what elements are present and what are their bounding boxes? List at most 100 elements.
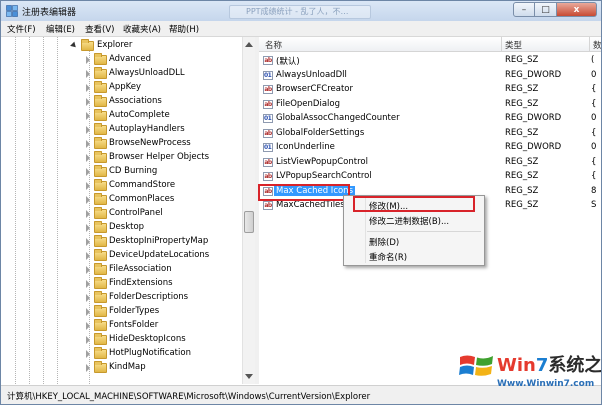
folder-icon [94,137,107,149]
tree-item[interactable]: HotPlugNotification [1,347,241,361]
value-data: 0 [591,69,597,80]
tree-item-label: BrowseNewProcess [109,138,191,148]
column-header-name[interactable]: 名称 [265,39,282,51]
collapse-arrow-icon[interactable] [70,41,78,50]
value-row[interactable]: 011AlwaysUnloadDll REG_DWORD 0 [259,69,601,83]
scroll-down-arrow-icon[interactable] [245,374,253,379]
tree-guide-line [89,51,91,384]
value-data: 8 [591,185,597,196]
tree-item[interactable]: AutoplayHandlers [1,123,241,137]
string-value-icon: ab [263,99,273,109]
key-tree-pane[interactable]: Explorer Advanced AlwaysUnloadDLL AppKey As… [1,37,255,384]
tree-item-label: Associations [109,96,162,106]
tree-item[interactable]: AutoComplete [1,109,241,123]
tree-guide-line [57,37,59,384]
value-row[interactable]: 011GlobalAssocChangedCounter REG_DWORD 0 [259,112,601,126]
minimize-button[interactable]: – [513,2,535,17]
column-divider[interactable] [589,37,590,51]
value-data: { [591,98,597,109]
tree-item[interactable]: BrowseNewProcess [1,137,241,151]
background-window-tab: PPT成绩统计 - 乱了人，不… [229,5,371,19]
tree-item-label: AlwaysUnloadDLL [109,68,185,78]
value-type: REG_SZ [505,171,539,181]
tree-item[interactable]: Desktop [1,221,241,235]
value-type: REG_SZ [505,127,539,138]
annotation-box-modify [353,196,475,212]
folder-icon [94,123,107,135]
tree-item-label: ControlPanel [109,208,163,218]
tree-item[interactable]: Associations [1,95,241,109]
value-row[interactable]: ab ListViewPopupControl REG_SZ { [259,156,601,170]
tree-item[interactable]: Browser Helper Objects [1,151,241,165]
windows-logo-icon [459,355,493,376]
maximize-button[interactable]: □ [535,2,557,17]
value-name: BrowserCFCreator [276,84,353,94]
tree-item[interactable]: FolderDescriptions [1,291,241,305]
value-row[interactable]: ab FileOpenDialog REG_SZ { [259,98,601,112]
value-row[interactable]: ab GlobalFolderSettings REG_SZ { [259,127,601,141]
value-row[interactable]: ab BrowserCFCreator REG_SZ { [259,83,601,97]
string-value-icon: ab [263,128,273,138]
title-bar[interactable]: 注册表编辑器 PPT成绩统计 - 乱了人，不… – □ x [1,1,601,21]
tree-item[interactable]: HideDesktopIcons [1,333,241,347]
value-row[interactable]: 011IconUnderline REG_DWORD 0 [259,141,601,155]
tree-item-label: CommandStore [109,180,176,190]
string-value-icon: ab [263,201,273,210]
value-row[interactable]: ab (默认) REG_SZ ( [259,54,601,68]
tree-item[interactable]: FileAssociation [1,263,241,277]
tree-item[interactable]: Advanced [1,53,241,67]
folder-icon [94,67,107,79]
context-menu-rename[interactable]: 重命名(R) [369,251,407,263]
column-header-data[interactable]: 数据 [593,39,601,51]
value-data: ( [591,55,595,65]
tree-item-label: Advanced [109,54,151,64]
tree-scrollbar[interactable] [242,37,255,384]
string-value-icon: ab [263,157,273,167]
tree-item-label: CD Burning [109,166,158,176]
tree-item[interactable]: CommandStore [1,179,241,193]
tree-item[interactable]: AlwaysUnloadDLL [1,67,241,81]
registry-path: 计算机\HKEY_LOCAL_MACHINE\SOFTWARE\Microsof… [7,392,371,402]
column-header-type[interactable]: 类型 [505,39,522,51]
value-name: LVPopupSearchControl [276,171,372,181]
value-data: { [591,171,597,181]
tree-item-label: Browser Helper Objects [109,152,210,162]
tree-item[interactable]: KindMap [1,361,241,375]
menu-edit[interactable]: 编辑(E) [46,23,75,35]
context-menu-delete[interactable]: 删除(D) [369,236,399,248]
tree-item[interactable]: DeviceUpdateLocations [1,249,241,263]
value-data: 0 [591,142,597,152]
tree-item[interactable]: CD Burning [1,165,241,179]
value-name: AlwaysUnloadDll [276,69,347,80]
value-type: REG_SZ [505,200,539,210]
value-type: REG_SZ [505,185,539,196]
value-type: REG_DWORD [505,142,562,152]
value-data: { [591,156,597,167]
tree-item-label: DesktopIniPropertyMap [109,236,209,246]
tree-item[interactable]: CommonPlaces [1,193,241,207]
tree-item[interactable]: FolderTypes [1,305,241,319]
menu-view[interactable]: 查看(V) [85,23,114,35]
folder-icon [94,221,107,233]
scroll-thumb[interactable] [244,211,254,233]
tree-item-explorer[interactable]: Explorer [1,39,241,53]
tree-item[interactable]: ControlPanel [1,207,241,221]
value-type: REG_SZ [505,55,539,65]
tree-item[interactable]: FontsFolder [1,319,241,333]
value-name: MaxCachedTiles [276,200,345,210]
close-button[interactable]: x [557,2,597,17]
value-row[interactable]: ab LVPopupSearchControl REG_SZ { [259,170,601,184]
scroll-up-arrow-icon[interactable] [245,42,253,47]
menu-favorites[interactable]: 收藏夹(A) [123,23,161,35]
column-divider[interactable] [501,37,502,51]
folder-icon [94,249,107,261]
value-name: GlobalFolderSettings [276,127,365,138]
context-menu-modify-binary[interactable]: 修改二进制数据(B)... [369,215,449,227]
tree-item[interactable]: DesktopIniPropertyMap [1,235,241,249]
tree-item[interactable]: AppKey [1,81,241,95]
folder-icon [94,333,107,345]
tree-item-label: Desktop [109,222,145,232]
menu-file[interactable]: 文件(F) [7,23,36,35]
tree-item[interactable]: FindExtensions [1,277,241,291]
menu-help[interactable]: 帮助(H) [169,23,199,35]
